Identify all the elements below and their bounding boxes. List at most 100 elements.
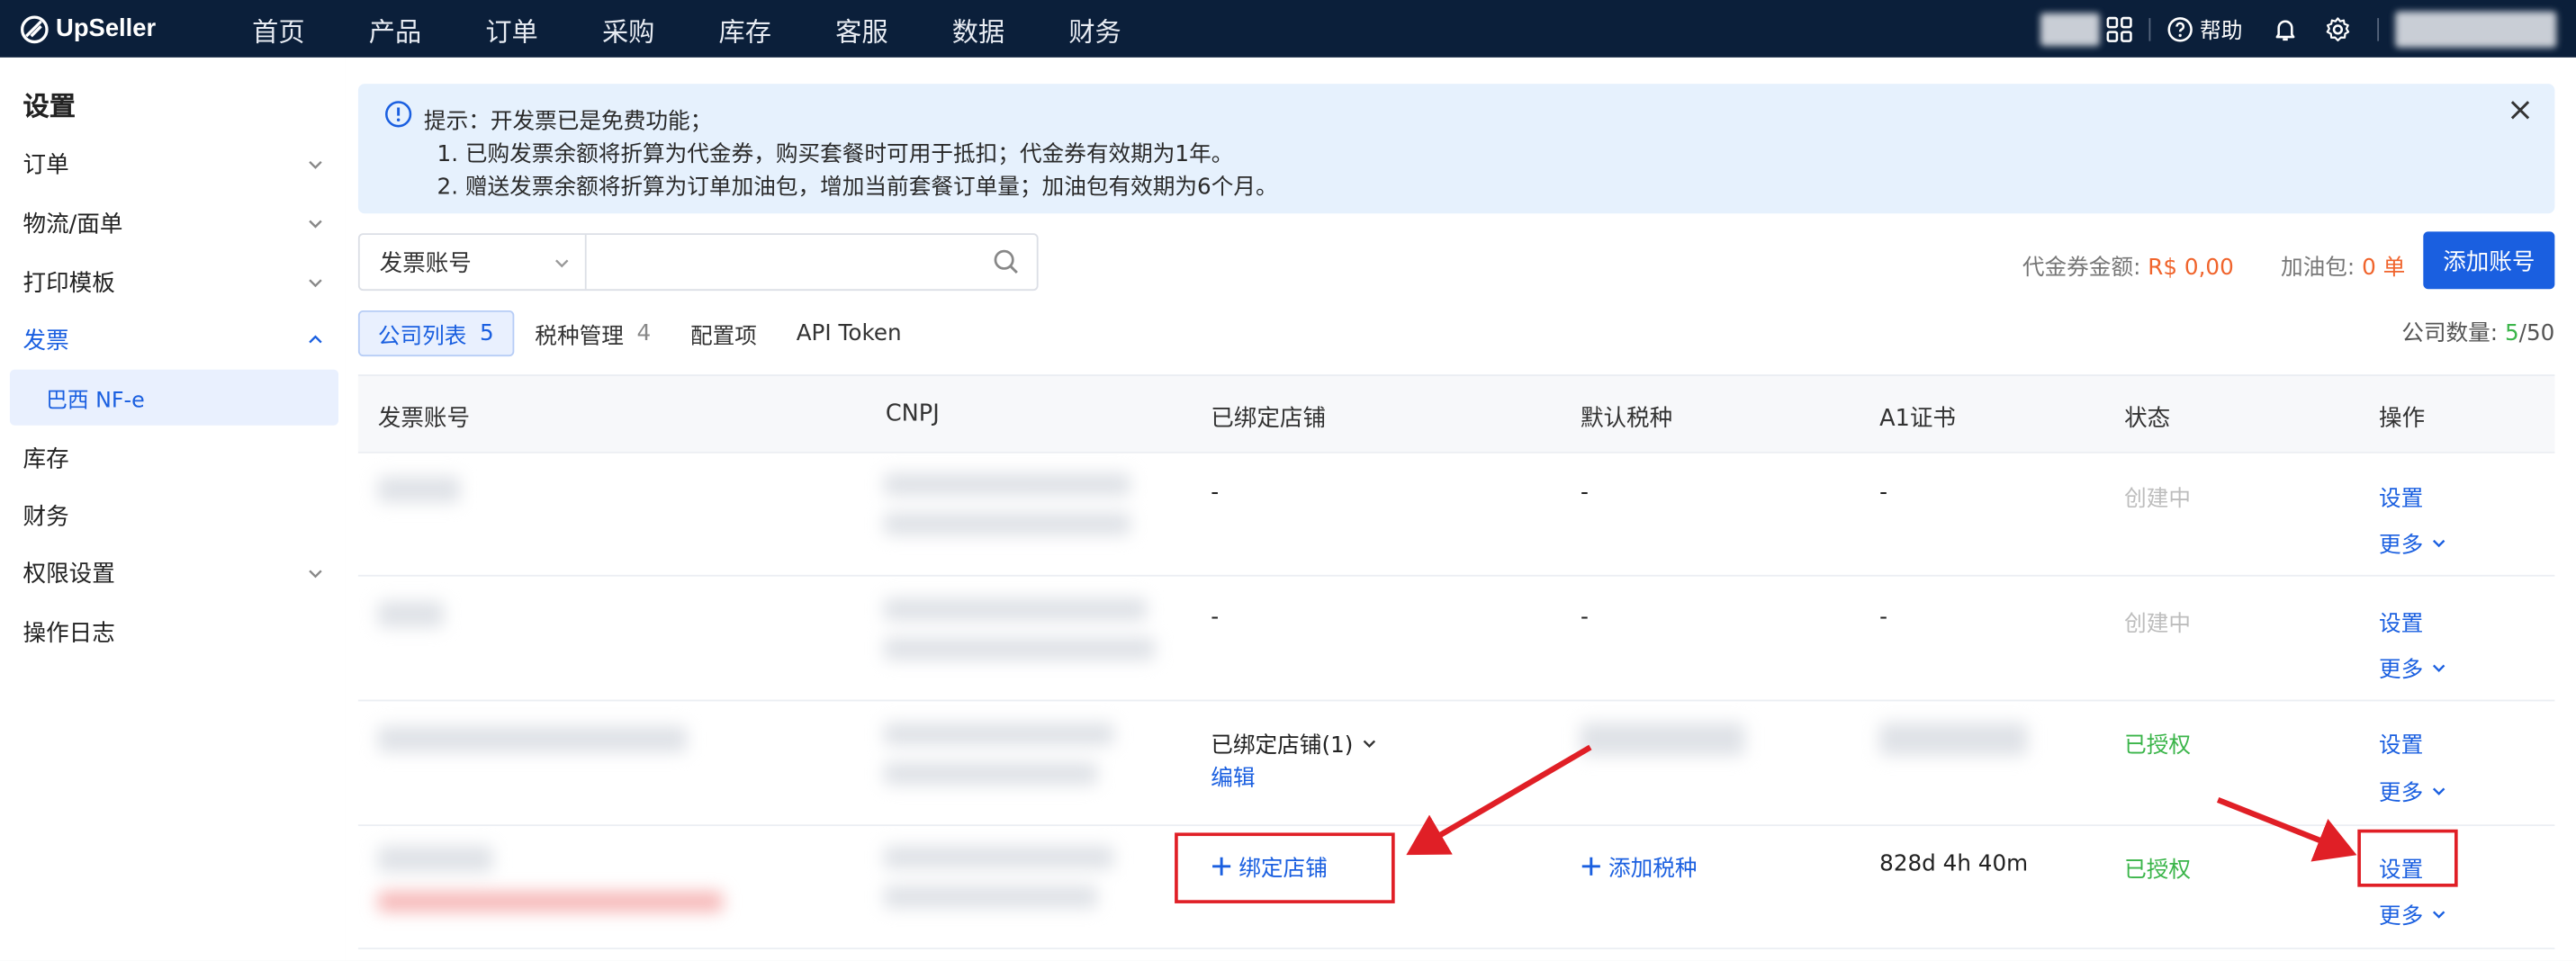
blurred-cnpj-line-2 bbox=[884, 885, 1098, 909]
chevron-down-icon bbox=[2432, 539, 2445, 547]
search-input[interactable] bbox=[590, 236, 978, 288]
edit-bound-shops-link[interactable]: 编辑 bbox=[1211, 759, 1255, 792]
nav-customer-service[interactable]: 客服 bbox=[804, 9, 921, 49]
tab-company-list[interactable]: 公司列表 5 bbox=[357, 310, 514, 357]
sidebar-item-label: 订单 bbox=[23, 151, 69, 179]
column-header-actions: 操作 bbox=[2379, 405, 2426, 433]
company-table: 发票账号 CNPJ 已绑定店铺 默认税种 A1证书 状态 操作 - - - 创建… bbox=[357, 374, 2555, 961]
row-settings-link[interactable]: 设置 bbox=[2379, 605, 2423, 637]
sidebar-item-label: 库存 bbox=[23, 445, 69, 472]
status-badge: 创建中 bbox=[2124, 486, 2192, 513]
blurred-invoice-account bbox=[377, 846, 493, 873]
app-logo[interactable]: UpSeller bbox=[20, 14, 201, 44]
tab-configuration[interactable]: 配置项 bbox=[672, 310, 775, 356]
add-tax-label: 添加税种 bbox=[1608, 855, 1698, 883]
blurred-cnpj-line-2 bbox=[884, 637, 1156, 660]
sidebar-item-orders[interactable]: 订单 bbox=[0, 135, 345, 193]
blurred-user-account[interactable] bbox=[2395, 10, 2557, 48]
table-row: - - - 创建中 设置 更多 bbox=[357, 578, 2555, 702]
plus-icon bbox=[1581, 856, 1600, 875]
sidebar-item-invoice[interactable]: 发票 bbox=[0, 310, 345, 368]
chevron-down-icon bbox=[309, 219, 322, 228]
header-divider bbox=[2148, 17, 2151, 40]
chevron-down-icon bbox=[309, 278, 322, 287]
sidebar-item-print-templates[interactable]: 打印模板 bbox=[0, 253, 345, 310]
nav-orders[interactable]: 订单 bbox=[454, 9, 571, 49]
blurred-cnpj bbox=[884, 472, 1130, 497]
sidebar-item-label: 发票 bbox=[23, 328, 69, 355]
blurred-a1-certificate bbox=[1879, 723, 2028, 756]
row-more-dropdown[interactable]: 更多 bbox=[2379, 774, 2448, 806]
sidebar-item-finance[interactable]: 财务 bbox=[0, 486, 345, 543]
nav-inventory[interactable]: 库存 bbox=[687, 9, 804, 49]
tab-count: 5 bbox=[479, 319, 494, 347]
tab-label: 配置项 bbox=[689, 323, 757, 350]
default-tax-value: - bbox=[1580, 479, 1589, 507]
chevron-down-icon bbox=[2432, 910, 2445, 918]
company-count: 公司数量: 5/50 bbox=[2401, 314, 2554, 347]
sidebar-subitem-brazil-nfe[interactable]: 巴西 NF-e bbox=[9, 369, 339, 426]
row-settings-link[interactable]: 设置 bbox=[2379, 480, 2423, 512]
blurred-default-tax bbox=[1580, 723, 1745, 756]
tab-api-token[interactable]: API Token bbox=[779, 310, 920, 356]
chevron-down-icon bbox=[2432, 786, 2445, 795]
chevron-down-icon bbox=[555, 258, 569, 267]
default-tax-value: - bbox=[1580, 604, 1589, 631]
blurred-invoice-account-warning bbox=[377, 892, 724, 912]
bound-shop-value: - bbox=[1211, 479, 1220, 507]
blurred-store-selector[interactable] bbox=[2040, 12, 2100, 46]
blurred-invoice-account bbox=[377, 601, 444, 628]
table-row: - - - 创建中 设置 更多 bbox=[357, 453, 2555, 577]
tab-label: 税种管理 bbox=[535, 323, 624, 350]
search-icon[interactable] bbox=[992, 248, 1020, 276]
a1-certificate-value: - bbox=[1879, 604, 1888, 631]
add-account-button[interactable]: 添加账号 bbox=[2423, 231, 2555, 290]
row-settings-link[interactable]: 设置 bbox=[2379, 726, 2423, 759]
sidebar-item-label: 操作日志 bbox=[23, 620, 115, 647]
notification-bell-icon[interactable] bbox=[2272, 15, 2298, 41]
upseller-logo-icon bbox=[20, 14, 49, 43]
annotation-box-settings bbox=[2357, 829, 2458, 887]
nav-products[interactable]: 产品 bbox=[337, 9, 454, 49]
apps-grid-icon[interactable] bbox=[2106, 15, 2132, 41]
table-row: 绑定店铺 添加税种 828d 4h 40m 已授权 设置 更多 bbox=[357, 826, 2555, 950]
top-navigation-bar: UpSeller 首页 产品 订单 采购 库存 客服 数据 财务 帮助 bbox=[0, 0, 2576, 58]
search-field-select[interactable]: 发票账号 bbox=[360, 235, 587, 290]
bound-shops-dropdown[interactable]: 已绑定店铺(1) bbox=[1211, 726, 1377, 759]
nav-purchase[interactable]: 采购 bbox=[570, 9, 687, 49]
row-more-dropdown[interactable]: 更多 bbox=[2379, 525, 2448, 559]
sidebar-item-logistics[interactable]: 物流/面单 bbox=[0, 193, 345, 251]
bound-shops-label: 已绑定店铺(1) bbox=[1211, 732, 1354, 759]
notice-line-1: 1. 已购发票余额将折算为代金券，购买套餐时可用于抵扣；代金券有效期为1年。 bbox=[437, 140, 1234, 168]
close-icon[interactable] bbox=[2508, 99, 2532, 122]
sidebar-item-label: 物流/面单 bbox=[23, 211, 123, 238]
a1-certificate-value: - bbox=[1879, 479, 1888, 507]
company-count-current: 5 bbox=[2504, 319, 2519, 347]
sidebar-item-label: 权限设置 bbox=[23, 561, 115, 588]
header-actions: 帮助 bbox=[2040, 0, 2557, 58]
nav-home[interactable]: 首页 bbox=[221, 9, 338, 49]
nav-data[interactable]: 数据 bbox=[920, 9, 1037, 49]
settings-gear-icon[interactable] bbox=[2325, 15, 2351, 41]
header-divider-2 bbox=[2377, 17, 2380, 40]
row-more-dropdown[interactable]: 更多 bbox=[2379, 651, 2448, 683]
chevron-up-icon bbox=[309, 334, 322, 343]
row-more-dropdown[interactable]: 更多 bbox=[2379, 897, 2448, 930]
status-badge: 创建中 bbox=[2124, 611, 2192, 638]
column-header-bound-shops: 已绑定店铺 bbox=[1211, 405, 1327, 433]
blurred-cnpj bbox=[884, 723, 1114, 746]
info-notice: 提示：开发票已是免费功能； 1. 已购发票余额将折算为代金券，购买套餐时可用于抵… bbox=[357, 84, 2555, 214]
column-header-a1-certificate: A1证书 bbox=[1879, 405, 1956, 433]
status-badge: 已授权 bbox=[2124, 857, 2192, 885]
voucher-label: 代金券金额: bbox=[2022, 254, 2141, 282]
help-button[interactable]: 帮助 bbox=[2167, 13, 2243, 45]
sidebar-item-inventory[interactable]: 库存 bbox=[0, 428, 345, 486]
sidebar-item-operation-log[interactable]: 操作日志 bbox=[0, 603, 345, 660]
nav-finance[interactable]: 财务 bbox=[1037, 9, 1154, 49]
bound-shop-value: - bbox=[1211, 604, 1220, 631]
fuel-pack-value: 0 单 bbox=[2362, 254, 2406, 282]
sidebar-item-permissions[interactable]: 权限设置 bbox=[0, 543, 345, 601]
settings-sidebar: 设置 订单 物流/面单 打印模板 发票 巴西 NF-e 库存 财务 权限设置 操… bbox=[0, 57, 346, 961]
tab-tax-management[interactable]: 税种管理 4 bbox=[517, 310, 669, 356]
add-tax-button[interactable]: 添加税种 bbox=[1581, 849, 1698, 883]
